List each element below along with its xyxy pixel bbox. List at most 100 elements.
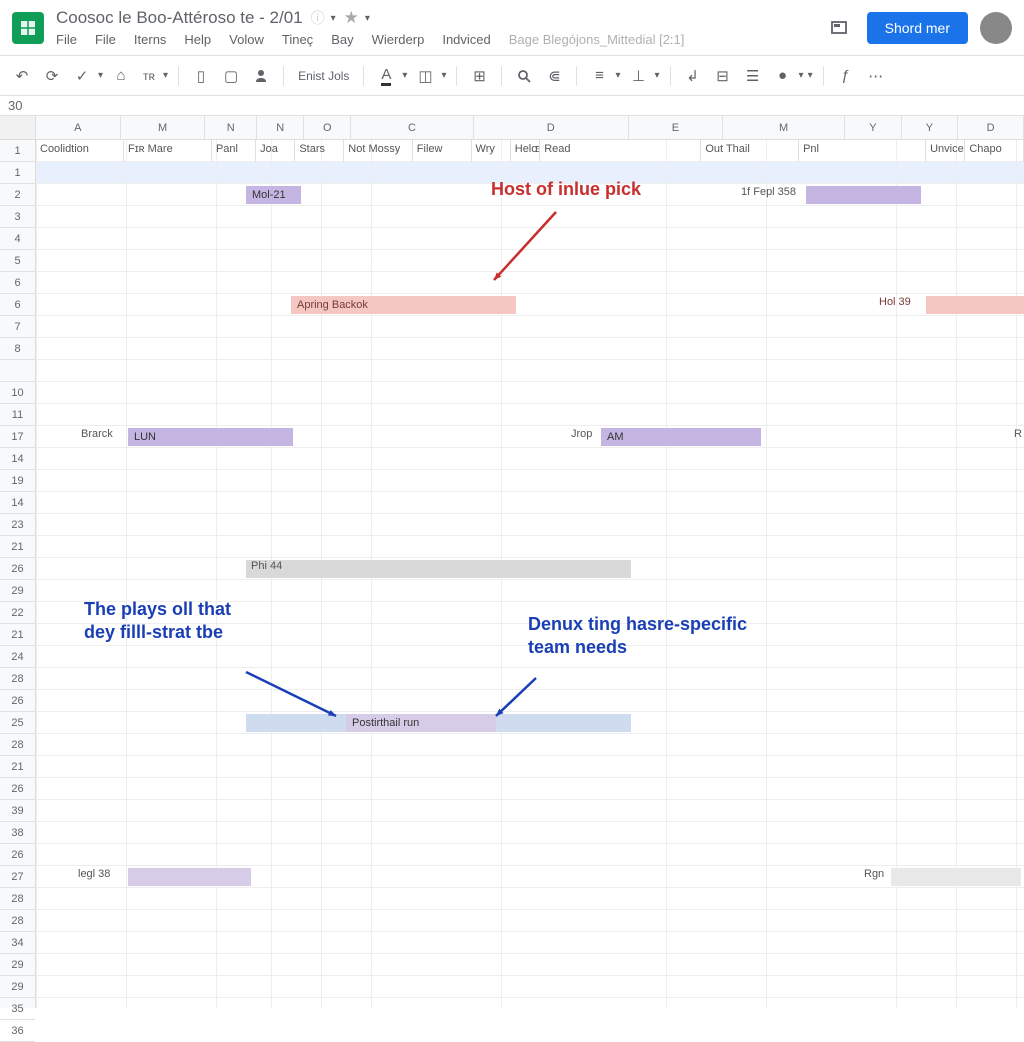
check-icon[interactable]: ✓ bbox=[70, 64, 94, 88]
valign-icon[interactable]: ⊥ bbox=[627, 64, 651, 88]
row-header[interactable]: 35 bbox=[0, 998, 35, 1020]
row-header[interactable]: 24 bbox=[0, 646, 35, 668]
row-header[interactable]: 21 bbox=[0, 536, 35, 558]
person-icon[interactable] bbox=[249, 64, 273, 88]
present-icon[interactable] bbox=[823, 12, 855, 44]
grid[interactable]: AMNNOCDEMYYD CoolidtionFɪʀ MarePanlJoaSt… bbox=[36, 116, 1024, 1008]
grid-icon[interactable]: ⊞ bbox=[467, 64, 491, 88]
print-icon[interactable]: ⌂ bbox=[109, 64, 133, 88]
row-header[interactable]: 17 bbox=[0, 426, 35, 448]
help-icon[interactable]: ⓘ bbox=[311, 8, 325, 28]
row-header[interactable]: 5 bbox=[0, 250, 35, 272]
row-header[interactable]: 11 bbox=[0, 404, 35, 426]
row-header[interactable]: 34 bbox=[0, 932, 35, 954]
col-header[interactable]: N bbox=[205, 116, 257, 139]
sheet-header-cell[interactable]: Coolidtion bbox=[36, 140, 124, 162]
row-header[interactable]: 7 bbox=[0, 316, 35, 338]
sheet-header-cell[interactable]: Filew bbox=[413, 140, 472, 162]
col-header[interactable]: E bbox=[629, 116, 723, 139]
col-header[interactable]: Y bbox=[845, 116, 901, 139]
text-color-dropdown[interactable]: ▾ bbox=[402, 70, 407, 81]
sheet-header-cell[interactable]: Joa bbox=[256, 140, 295, 162]
sheet-header-cell[interactable]: Helɶpment (tɮold H3) bbox=[511, 140, 540, 162]
undo-icon[interactable]: ↶ bbox=[10, 64, 34, 88]
sheet-header-cell[interactable]: Pnl bbox=[799, 140, 926, 162]
row-header[interactable]: 19 bbox=[0, 470, 35, 492]
gantt-bar[interactable]: LUN bbox=[128, 428, 293, 446]
menu-help[interactable]: Help bbox=[184, 32, 211, 47]
row-header[interactable] bbox=[0, 360, 35, 382]
gantt-bar[interactable]: Apring Backok bbox=[291, 296, 516, 314]
function-icon[interactable]: ƒ bbox=[834, 64, 858, 88]
menu-wierderp[interactable]: Wierderp bbox=[372, 32, 425, 47]
col-header[interactable]: M bbox=[121, 116, 206, 139]
gantt-bar[interactable]: AM bbox=[601, 428, 761, 446]
align-dropdown[interactable]: ▾ bbox=[615, 70, 620, 81]
row-header[interactable]: 6 bbox=[0, 294, 35, 316]
list-icon[interactable]: ☰ bbox=[741, 64, 765, 88]
menu-file2[interactable]: File bbox=[95, 32, 116, 47]
ink-dropdown[interactable]: ▾ bbox=[799, 70, 804, 81]
row-header[interactable]: 1 bbox=[0, 162, 35, 184]
row-header[interactable]: 6 bbox=[0, 272, 35, 294]
avatar[interactable] bbox=[980, 12, 1012, 44]
ink-icon[interactable]: ● bbox=[771, 64, 795, 88]
zoom-label[interactable]: ᴛʀ bbox=[139, 69, 159, 83]
text-color-icon[interactable]: A bbox=[374, 64, 398, 88]
menu-volow[interactable]: Volow bbox=[229, 32, 264, 47]
row-header[interactable]: 28 bbox=[0, 888, 35, 910]
col-header[interactable]: D bbox=[958, 116, 1024, 139]
gantt-bar[interactable]: Postirthail run bbox=[346, 714, 496, 732]
sheet-header-cell[interactable]: Out Thail bbox=[701, 140, 799, 162]
menu-items[interactable]: Iterns bbox=[134, 32, 167, 47]
cells-area[interactable]: CoolidtionFɪʀ MarePanlJoaStarsNot MossyF… bbox=[36, 140, 1024, 1008]
sheet-header-cell[interactable]: Wry bbox=[472, 140, 511, 162]
redo-icon[interactable]: ⟳ bbox=[40, 64, 64, 88]
more-dropdown[interactable]: ▾ bbox=[808, 70, 813, 81]
sheet-header-cell[interactable]: Panl bbox=[212, 140, 256, 162]
sheet-header-cell[interactable]: Unvice bbox=[926, 140, 965, 162]
wrap-icon[interactable]: ↲ bbox=[681, 64, 705, 88]
align-icon[interactable]: ≡ bbox=[587, 64, 611, 88]
row-header[interactable]: 38 bbox=[0, 822, 35, 844]
row-header[interactable]: 27 bbox=[0, 866, 35, 888]
gantt-bar[interactable] bbox=[128, 868, 251, 886]
row-header[interactable]: 29 bbox=[0, 954, 35, 976]
row-header[interactable]: 14 bbox=[0, 448, 35, 470]
row-header[interactable]: 39 bbox=[0, 800, 35, 822]
select-all-corner[interactable] bbox=[0, 116, 35, 140]
gantt-bar[interactable]: Mol-21 bbox=[246, 186, 301, 204]
sheet-header-cell[interactable]: Fɪʀ Mare bbox=[124, 140, 212, 162]
row-header[interactable]: 4 bbox=[0, 228, 35, 250]
row-header[interactable]: 21 bbox=[0, 756, 35, 778]
sheet-header-cell[interactable]: Stars bbox=[295, 140, 344, 162]
col-header[interactable]: A bbox=[36, 116, 121, 139]
row-header[interactable]: 26 bbox=[0, 690, 35, 712]
row-header[interactable]: 2 bbox=[0, 184, 35, 206]
fill-dropdown[interactable]: ▾ bbox=[441, 70, 446, 81]
row-header[interactable]: 22 bbox=[0, 602, 35, 624]
search-icon[interactable] bbox=[512, 64, 536, 88]
menu-tinec[interactable]: Tineç bbox=[282, 32, 313, 47]
check-dropdown[interactable]: ▾ bbox=[98, 70, 103, 81]
gantt-bar[interactable] bbox=[926, 296, 1024, 314]
row-header[interactable]: 29 bbox=[0, 580, 35, 602]
row-header[interactable]: 36 bbox=[0, 1020, 35, 1042]
row-header[interactable]: 14 bbox=[0, 492, 35, 514]
col-header[interactable]: N bbox=[257, 116, 304, 139]
row-header[interactable]: 21 bbox=[0, 624, 35, 646]
filter-icon[interactable]: ⋐ bbox=[542, 64, 566, 88]
sheet-header-cell[interactable]: Chapo bbox=[965, 140, 1024, 162]
row-header[interactable]: 25 bbox=[0, 712, 35, 734]
sheet-header-cell[interactable]: Not Mossy bbox=[344, 140, 412, 162]
fill-icon[interactable]: ◫ bbox=[413, 64, 437, 88]
star-icon[interactable]: ★ bbox=[344, 8, 359, 28]
zoom-dropdown[interactable]: ▾ bbox=[163, 70, 168, 81]
menu-indviced[interactable]: Indviced bbox=[442, 32, 490, 47]
row-header[interactable]: 26 bbox=[0, 558, 35, 580]
sheet-header-cell[interactable]: Read bbox=[540, 140, 701, 162]
row-header[interactable]: 10 bbox=[0, 382, 35, 404]
row-header[interactable]: 26 bbox=[0, 844, 35, 866]
col-header[interactable]: D bbox=[474, 116, 629, 139]
row-header[interactable]: 3 bbox=[0, 206, 35, 228]
